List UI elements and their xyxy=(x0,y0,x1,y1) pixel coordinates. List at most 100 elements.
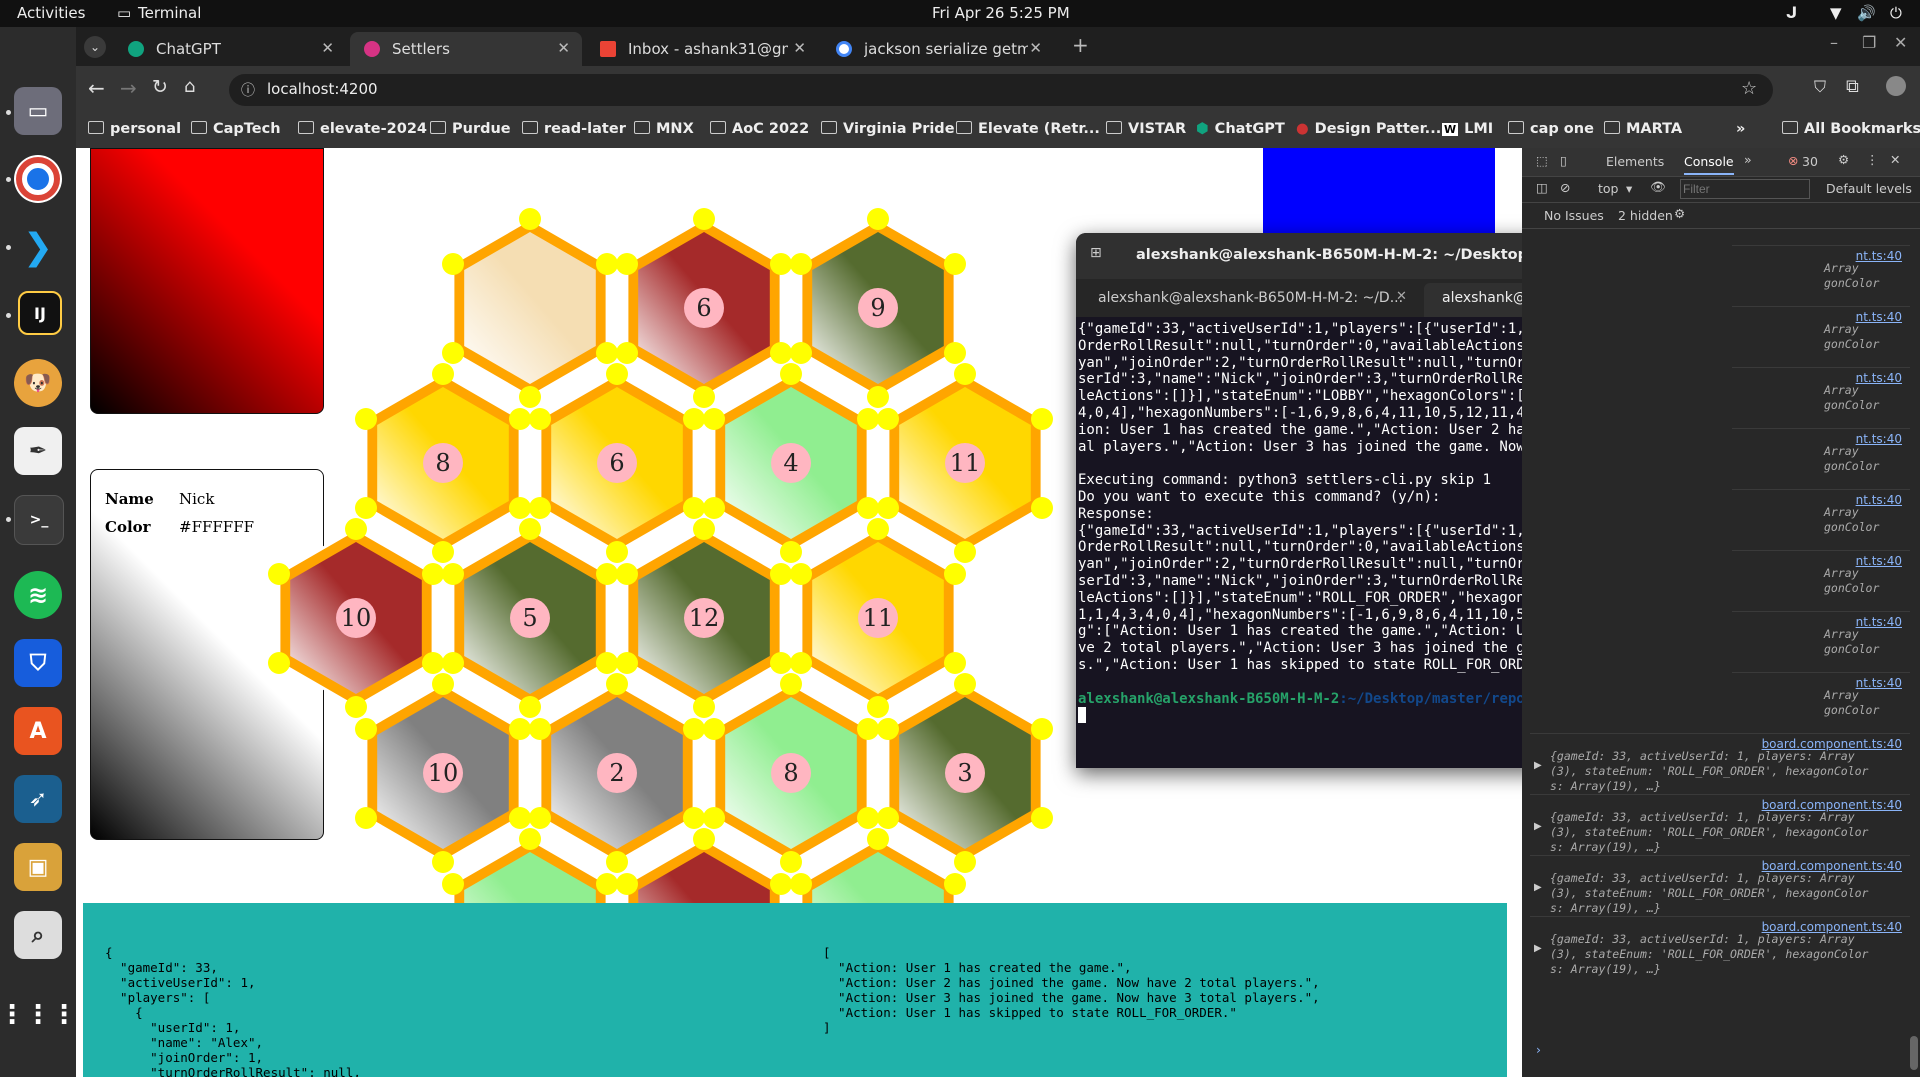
close-tab-icon[interactable]: ✕ xyxy=(1396,289,1407,304)
no-issues[interactable]: No Issues xyxy=(1544,208,1604,223)
close-window-icon[interactable]: ✕ xyxy=(1894,33,1907,52)
settlement-vertex[interactable] xyxy=(596,873,618,895)
reload-icon[interactable]: ↻ xyxy=(152,76,168,98)
settlement-vertex[interactable] xyxy=(790,652,812,674)
settlement-vertex[interactable] xyxy=(770,652,792,674)
settlement-vertex[interactable] xyxy=(432,673,454,695)
settlement-vertex[interactable] xyxy=(954,541,976,563)
tab-settlers[interactable]: Settlers ✕ xyxy=(350,32,582,66)
bookmark-chatgpt[interactable]: ⬢ ChatGPT xyxy=(1196,121,1285,137)
settlement-vertex[interactable] xyxy=(606,851,628,873)
terminal-icon[interactable]: >_ xyxy=(14,495,64,545)
settlement-vertex[interactable] xyxy=(345,696,367,718)
ubuntu-pro-icon[interactable]: ᒍ xyxy=(1786,4,1797,22)
app-center-icon[interactable]: A xyxy=(14,707,62,755)
console-prompt-icon[interactable]: › xyxy=(1536,1042,1541,1057)
site-info-icon[interactable]: ⓘ xyxy=(241,80,255,100)
settlement-vertex[interactable] xyxy=(954,363,976,385)
settlement-vertex[interactable] xyxy=(703,807,725,829)
extension-ublock-icon[interactable]: ⛉ xyxy=(1814,77,1826,97)
settlement-vertex[interactable] xyxy=(867,828,889,850)
console-log-entry[interactable]: nt.ts:40 Array gonColor xyxy=(1732,672,1910,735)
settlement-vertex[interactable] xyxy=(355,807,377,829)
tab-elements[interactable]: Elements xyxy=(1606,154,1664,169)
expand-arrow-icon[interactable]: ▶ xyxy=(1534,882,1542,893)
console-log-entry[interactable]: nt.ts:40 Array gonColor xyxy=(1732,550,1910,613)
minimize-icon[interactable]: – xyxy=(1830,33,1838,52)
forward-icon[interactable]: → xyxy=(120,76,137,100)
filter-input[interactable] xyxy=(1680,179,1810,199)
bookmark-lmi[interactable]: W LMI xyxy=(1442,121,1493,137)
settlement-vertex[interactable] xyxy=(519,208,541,230)
console-log-entry[interactable]: nt.ts:40 Array gonColor xyxy=(1732,245,1910,308)
settlement-vertex[interactable] xyxy=(442,873,464,895)
settlement-vertex[interactable] xyxy=(683,807,705,829)
settlement-vertex[interactable] xyxy=(877,807,899,829)
tab-google-search[interactable]: jackson serialize getme ✕ xyxy=(822,32,1054,66)
settlement-vertex[interactable] xyxy=(790,253,812,275)
settlement-vertex[interactable] xyxy=(509,718,531,740)
console-log-entry[interactable]: nt.ts:40 Array gonColor xyxy=(1732,489,1910,552)
active-app-label[interactable]: Terminal xyxy=(138,4,201,22)
new-tab-icon[interactable]: ⊞ xyxy=(1090,245,1102,261)
settlement-vertex[interactable] xyxy=(268,652,290,674)
extensions-icon[interactable]: ⧉ xyxy=(1846,76,1859,97)
photos-icon[interactable]: ▣ xyxy=(14,843,62,891)
inspect-icon[interactable]: ⬚ xyxy=(1536,153,1548,168)
sidebar-toggle-icon[interactable]: ◫ xyxy=(1536,180,1548,195)
settlement-vertex[interactable] xyxy=(944,873,966,895)
settlement-vertex[interactable] xyxy=(616,563,638,585)
settlement-vertex[interactable] xyxy=(944,652,966,674)
intellij-icon[interactable]: IJ xyxy=(18,291,62,335)
settlement-vertex[interactable] xyxy=(780,673,802,695)
device-toolbar-icon[interactable]: ▯ xyxy=(1560,153,1567,168)
bookmark-personal[interactable]: personal xyxy=(88,121,181,137)
bookmark-cap-one[interactable]: cap one xyxy=(1508,121,1594,137)
settings-gear-icon[interactable]: ⚙ xyxy=(1674,206,1685,221)
settlement-vertex[interactable] xyxy=(877,718,899,740)
settlement-vertex[interactable] xyxy=(442,563,464,585)
console-log-entry[interactable]: board.component.ts:40 ▶ {gameId: 33, activ… xyxy=(1530,916,1910,979)
spotify-icon[interactable]: ≋ xyxy=(14,571,62,619)
settlement-vertex[interactable] xyxy=(606,363,628,385)
close-icon[interactable]: ✕ xyxy=(321,39,334,57)
settlement-vertex[interactable] xyxy=(780,851,802,873)
bookmark-design-patterns[interactable]: ● Design Patter... xyxy=(1296,121,1441,137)
bookmark-elevate-2024[interactable]: elevate-2024 xyxy=(298,121,427,137)
more-tabs-icon[interactable]: » xyxy=(1744,152,1752,167)
console-log-entry[interactable]: board.component.ts:40 ▶ {gameId: 33, activ… xyxy=(1530,733,1910,796)
settlement-vertex[interactable] xyxy=(529,718,551,740)
console-log-entry[interactable]: nt.ts:40 Array gonColor xyxy=(1732,367,1910,430)
settlement-vertex[interactable] xyxy=(509,408,531,430)
console-log-entry[interactable]: board.component.ts:40 ▶ {gameId: 33, activ… xyxy=(1530,794,1910,857)
settlement-vertex[interactable] xyxy=(422,652,444,674)
log-levels-dropdown[interactable]: Default levels xyxy=(1826,181,1912,196)
settlement-vertex[interactable] xyxy=(432,541,454,563)
settlement-vertex[interactable] xyxy=(529,807,551,829)
error-count[interactable]: 30 xyxy=(1802,154,1818,169)
tab-chatgpt[interactable]: ChatGPT ✕ xyxy=(114,32,346,66)
devtools-scrollbar[interactable] xyxy=(1910,1036,1918,1070)
settlement-vertex[interactable] xyxy=(770,873,792,895)
inkscape-icon[interactable]: ✒ xyxy=(14,427,62,475)
console-log-entry[interactable]: nt.ts:40 Array gonColor xyxy=(1732,428,1910,491)
power-icon[interactable]: ⏻ xyxy=(1890,4,1902,22)
settlement-vertex[interactable] xyxy=(867,696,889,718)
settlement-vertex[interactable] xyxy=(703,497,725,519)
profile-avatar[interactable] xyxy=(1886,76,1906,96)
settlement-vertex[interactable] xyxy=(790,563,812,585)
bookmark-virginia-pride[interactable]: Virginia Pride xyxy=(821,121,955,137)
settlement-vertex[interactable] xyxy=(432,363,454,385)
settlement-vertex[interactable] xyxy=(877,408,899,430)
settlement-vertex[interactable] xyxy=(770,342,792,364)
hex-tile-brick[interactable] xyxy=(638,852,770,908)
settlement-vertex[interactable] xyxy=(616,342,638,364)
dog-app-icon[interactable]: 🐶 xyxy=(14,359,62,407)
settlement-vertex[interactable] xyxy=(877,497,899,519)
activities-button[interactable]: Activities xyxy=(17,4,85,22)
settlement-vertex[interactable] xyxy=(693,208,715,230)
settlement-vertex[interactable] xyxy=(432,851,454,873)
vscode-icon[interactable]: ❯ xyxy=(14,223,62,271)
settlement-vertex[interactable] xyxy=(790,873,812,895)
settlement-vertex[interactable] xyxy=(770,563,792,585)
